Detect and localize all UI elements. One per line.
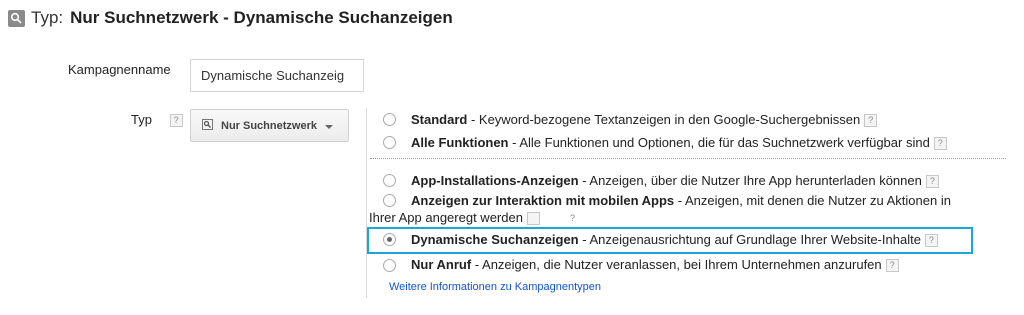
option-standard: Standard - Keyword-bezogene Textanzeigen…	[411, 111, 878, 128]
option-dynamic-search-ads: Dynamische Suchanzeigen - Anzeigenausric…	[411, 231, 938, 248]
help-icon[interactable]: ?	[885, 259, 899, 273]
help-icon[interactable]: ?	[526, 212, 575, 226]
option-app-install: App-Installations-Anzeigen - Anzeigen, ü…	[411, 172, 939, 189]
radio-call-only[interactable]	[383, 259, 396, 272]
type-label: Typ	[131, 112, 152, 127]
help-icon[interactable]: ?	[169, 114, 183, 128]
help-icon[interactable]: ?	[933, 137, 947, 151]
chevron-down-icon	[324, 124, 333, 129]
type-prefix: Typ:	[31, 8, 64, 27]
campaign-name-input[interactable]: Dynamische Suchanzeig	[190, 59, 364, 92]
help-icon[interactable]: ?	[864, 114, 878, 128]
campaign-name-label: Kampagnenname	[68, 62, 171, 77]
radio-app-install[interactable]	[383, 174, 396, 187]
radio-standard[interactable]	[383, 113, 396, 126]
type-dropdown[interactable]: Nur Suchnetzwerk	[190, 109, 349, 142]
radio-all-features[interactable]	[383, 136, 396, 149]
learn-more-link[interactable]: Weitere Informationen zu Kampagnentypen	[389, 281, 601, 293]
help-icon[interactable]: ?	[924, 234, 938, 248]
type-label-row: Typ ?	[131, 112, 183, 128]
option-app-engagement: Anzeigen zur Interaktion mit mobilen App…	[369, 193, 951, 226]
option-all-features: Alle Funktionen - Alle Funktionen und Op…	[411, 134, 947, 151]
divider-vertical	[366, 108, 367, 298]
page-title: Nur Suchnetzwerk - Dynamische Suchanzeig…	[70, 8, 453, 27]
radio-dynamic-search-ads[interactable]	[383, 233, 396, 246]
option-call-only: Nur Anruf - Anzeigen, die Nutzer veranla…	[411, 256, 899, 273]
search-network-icon	[202, 118, 213, 133]
page-header: Typ: Nur Suchnetzwerk - Dynamische Sucha…	[8, 6, 453, 30]
search-box-icon	[8, 9, 25, 27]
divider-dotted	[370, 158, 1006, 159]
help-icon[interactable]: ?	[925, 175, 939, 189]
type-dropdown-label: Nur Suchnetzwerk	[221, 119, 317, 132]
